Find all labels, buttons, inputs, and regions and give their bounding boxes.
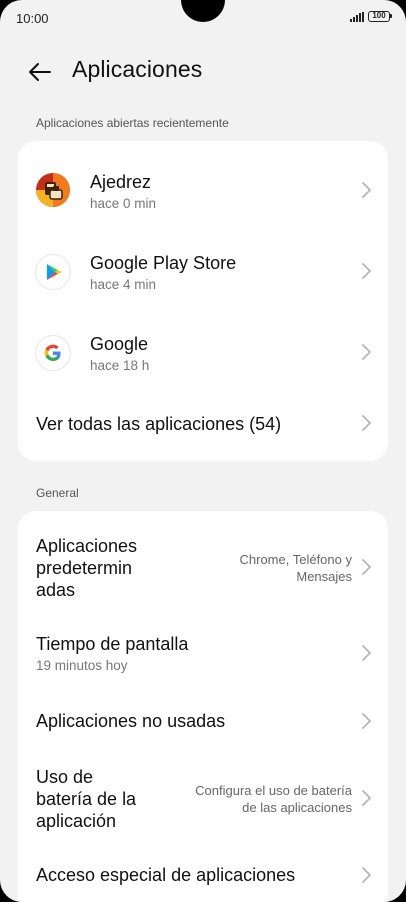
google-icon — [36, 336, 70, 370]
chevron-right-icon — [362, 263, 371, 279]
signal-icon — [350, 11, 364, 22]
chevron-right-icon — [362, 559, 371, 575]
general-card: Aplicaciones predetermin adas Chrome, Te… — [18, 511, 388, 902]
status-icons: 100 — [350, 11, 392, 22]
chevron-right-icon — [362, 344, 371, 360]
special-app-access-row[interactable]: Acceso especial de aplicaciones — [18, 859, 388, 902]
chevron-right-icon — [362, 790, 371, 806]
section-label-recent: Aplicaciones abiertas recientemente — [36, 116, 229, 130]
battery-icon: 100 — [368, 11, 392, 22]
default-apps-value: Chrome, Teléfono y Mensajes — [239, 552, 353, 584]
app-last-used: hace 0 min — [90, 196, 157, 211]
chevron-right-icon — [362, 182, 371, 198]
app-last-used: hace 18 h — [90, 358, 150, 373]
chevron-right-icon — [362, 713, 371, 729]
chevron-right-icon — [362, 415, 371, 431]
recent-apps-card: Ajedrez hace 0 min Google Play Store hac… — [18, 141, 388, 461]
app-battery-usage-value: Configura el uso de batería de las aplic… — [195, 783, 352, 815]
status-bar: 10:00 100 — [0, 0, 406, 36]
app-name: Google — [90, 334, 149, 354]
header: Aplicaciones — [0, 52, 406, 92]
screen-time-title: Tiempo de pantalla — [36, 634, 189, 654]
see-all-apps-row[interactable]: Ver todas las aplicaciones (54) — [18, 384, 388, 461]
arrow-left-icon — [29, 63, 51, 81]
app-battery-usage-row[interactable]: Uso de batería de la aplicación Configur… — [18, 755, 388, 859]
chess-app-icon — [36, 173, 70, 207]
unused-apps-row[interactable]: Aplicaciones no usadas — [18, 691, 388, 755]
special-app-access-title: Acceso especial de aplicaciones — [36, 865, 296, 885]
app-row-google[interactable]: Google hace 18 h — [18, 303, 388, 384]
app-battery-usage-title: Uso de batería de la aplicación — [36, 767, 137, 831]
camera-notch — [181, 0, 225, 22]
app-name: Ajedrez — [90, 172, 152, 192]
page-title: Aplicaciones — [72, 56, 203, 82]
app-last-used: hace 4 min — [90, 277, 157, 292]
screen-time-subtitle: 19 minutos hoy — [36, 658, 128, 673]
app-row-play-store[interactable]: Google Play Store hace 4 min — [18, 222, 388, 303]
chevron-right-icon — [362, 867, 371, 883]
status-time: 10:00 — [16, 11, 49, 26]
screen-time-row[interactable]: Tiempo de pantalla 19 minutos hoy — [18, 617, 388, 691]
default-apps-row[interactable]: Aplicaciones predetermin adas Chrome, Te… — [18, 511, 388, 617]
section-label-general: General — [36, 486, 79, 500]
screen: 10:00 100 Aplicaciones Aplicaciones abie… — [0, 0, 406, 902]
battery-level: 100 — [372, 11, 386, 20]
chevron-right-icon — [362, 645, 371, 661]
unused-apps-title: Aplicaciones no usadas — [36, 711, 226, 731]
app-name: Google Play Store — [90, 253, 237, 273]
default-apps-title: Aplicaciones predetermin adas — [36, 536, 138, 600]
app-row-ajedrez[interactable]: Ajedrez hace 0 min — [18, 141, 388, 222]
back-button[interactable] — [24, 56, 56, 88]
play-store-icon — [36, 255, 70, 289]
see-all-apps-label: Ver todas las aplicaciones (54) — [36, 414, 282, 434]
